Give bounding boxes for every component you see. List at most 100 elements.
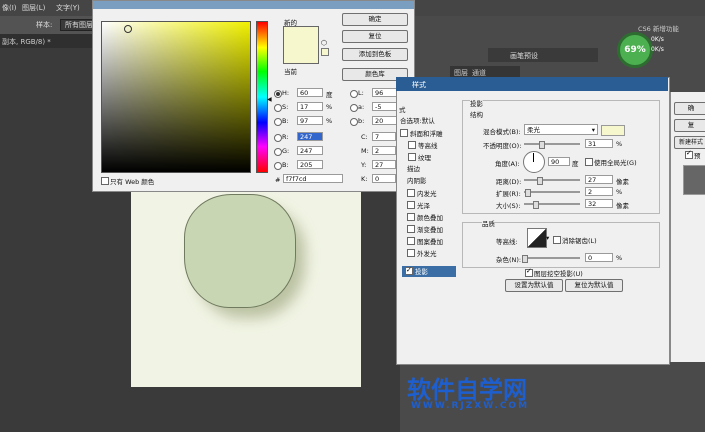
style-preview-swatch — [683, 165, 705, 195]
menu-type[interactable]: 文字(Y) — [56, 3, 80, 13]
hue-arrow-icon[interactable]: ◀ — [267, 96, 272, 103]
knockout-label: 图层挖空投影(U) — [534, 270, 583, 278]
menu-layer[interactable]: 图层(L) — [22, 3, 45, 13]
reset-button[interactable]: 复位 — [342, 30, 408, 43]
radio-l[interactable] — [350, 90, 358, 98]
cube-icon[interactable]: ⬡ — [321, 39, 327, 47]
ok-button[interactable]: 确定 — [342, 13, 408, 26]
distance-field[interactable]: 27 — [585, 175, 613, 184]
current-color-swatch[interactable] — [283, 45, 319, 64]
style-blending-options[interactable]: 合选项:默认 — [397, 116, 453, 127]
radio-h[interactable] — [274, 90, 282, 98]
style-stroke[interactable]: 描边 — [404, 164, 460, 175]
field-r[interactable]: 247 — [297, 132, 323, 141]
hex-label: # — [275, 176, 281, 184]
picker-cursor[interactable] — [124, 25, 132, 33]
label-k: K: — [361, 175, 368, 183]
style-bevel-emboss[interactable]: 斜面和浮雕 — [397, 128, 453, 139]
radio-g[interactable] — [274, 148, 282, 156]
style-inner-glow[interactable]: 内发光 — [404, 188, 460, 199]
radio-r[interactable] — [274, 134, 282, 142]
angle-field[interactable]: 90 — [548, 157, 570, 166]
radio-b2[interactable] — [274, 162, 282, 170]
field-b[interactable]: 97 — [297, 116, 323, 125]
opacity-thumb[interactable] — [539, 141, 545, 149]
field-y[interactable]: 27 — [372, 160, 396, 169]
noise-field[interactable]: 0 — [585, 253, 613, 262]
field-k[interactable]: 0 — [372, 174, 396, 183]
angle-needle — [533, 153, 534, 162]
distance-thumb[interactable] — [537, 177, 543, 185]
style-color-overlay[interactable]: 颜色叠加 — [404, 212, 460, 223]
doc-tab[interactable]: 副本, RGB/8) * — [2, 37, 51, 47]
brush-presets-panel[interactable]: 画笔预设 — [510, 51, 538, 61]
radio-b[interactable] — [274, 118, 282, 126]
net-speed-widget: 69% — [617, 32, 653, 68]
chevron-down-icon: ▾ — [591, 126, 595, 134]
shadow-color-swatch[interactable] — [601, 125, 625, 136]
make-default-button[interactable]: 设置为默认值 — [505, 279, 563, 292]
noise-thumb[interactable] — [522, 255, 528, 263]
style-pattern-overlay[interactable]: 图案叠加 — [404, 236, 460, 247]
style-ok-button[interactable]: 确 — [674, 102, 705, 115]
distance-unit: 像素 — [616, 178, 629, 186]
add-swatch-button[interactable]: 添加到色板 — [342, 48, 408, 61]
noise-slider[interactable] — [524, 257, 580, 259]
style-inner-shadow[interactable]: 内阴影 — [404, 176, 460, 187]
saturation-brightness-field[interactable] — [101, 21, 251, 173]
reset-default-button[interactable]: 复位为默认值 — [565, 279, 623, 292]
layer-style-title: 样式 — [412, 81, 426, 89]
radio-a[interactable] — [350, 104, 358, 112]
style-outer-glow[interactable]: 外发光 — [404, 248, 460, 259]
opacity-slider[interactable] — [524, 143, 580, 145]
hex-field[interactable]: f7f7cd — [283, 174, 343, 183]
radio-s[interactable] — [274, 104, 282, 112]
angle-dial[interactable] — [523, 151, 545, 173]
size-thumb[interactable] — [533, 201, 539, 209]
spread-field[interactable]: 2 — [585, 187, 613, 196]
picker-titlebar[interactable] — [93, 1, 414, 9]
layer-style-titlebar[interactable]: 样式 — [396, 77, 668, 91]
web-only-checkbox[interactable] — [101, 177, 109, 185]
style-contour[interactable]: 等高线 — [405, 140, 461, 151]
spread-slider[interactable] — [524, 191, 580, 193]
noise-label: 杂色(N): — [496, 256, 522, 264]
contour-dropdown-icon[interactable]: ▾ — [546, 234, 549, 242]
antialias-checkbox[interactable] — [553, 236, 561, 244]
spread-thumb[interactable] — [525, 189, 531, 197]
knockout-checkbox[interactable] — [525, 267, 533, 277]
label-h: H: — [282, 89, 290, 97]
field-g[interactable]: 247 — [297, 146, 323, 155]
field-h[interactable]: 60 — [297, 88, 323, 97]
menu-image[interactable]: 像(I) — [2, 3, 17, 13]
blend-mode-select[interactable]: 柔光 ▾ — [524, 124, 598, 135]
distance-slider[interactable] — [524, 179, 580, 181]
style-satin[interactable]: 光泽 — [404, 200, 460, 211]
angle-unit: 度 — [572, 160, 579, 168]
preview-checkbox[interactable] — [685, 149, 693, 159]
new-color-swatch — [283, 26, 319, 45]
rounded-shape[interactable] — [184, 194, 296, 308]
field-c[interactable]: 7 — [372, 132, 396, 141]
watermark-url: WWW.RJZXW.COM — [411, 401, 530, 411]
style-reset-button[interactable]: 复 — [674, 119, 705, 132]
web-safe-swatch[interactable] — [321, 48, 329, 56]
new-style-button[interactable]: 新建样式 — [674, 136, 705, 149]
opacity-field[interactable]: 31 — [585, 139, 613, 148]
workspace-name[interactable]: CS6 新增功能 — [638, 23, 679, 33]
net-down: 0K/s — [651, 46, 664, 53]
radio-lab-b[interactable] — [350, 118, 358, 126]
style-drop-shadow[interactable]: 投影 — [402, 265, 456, 277]
field-s[interactable]: 17 — [297, 102, 323, 111]
style-gradient-overlay[interactable]: 渐变叠加 — [404, 224, 460, 235]
field-b2[interactable]: 205 — [297, 160, 323, 169]
field-m[interactable]: 2 — [372, 146, 396, 155]
style-texture[interactable]: 纹理 — [405, 152, 461, 163]
preview-label: 预 — [694, 152, 701, 160]
contour-preview[interactable] — [527, 228, 547, 248]
styles-header: 式 — [399, 106, 406, 114]
angle-label: 角度(A): — [495, 160, 520, 168]
global-light-checkbox[interactable] — [585, 158, 593, 166]
structure-label: 结构 — [470, 111, 483, 119]
size-field[interactable]: 32 — [585, 199, 613, 208]
